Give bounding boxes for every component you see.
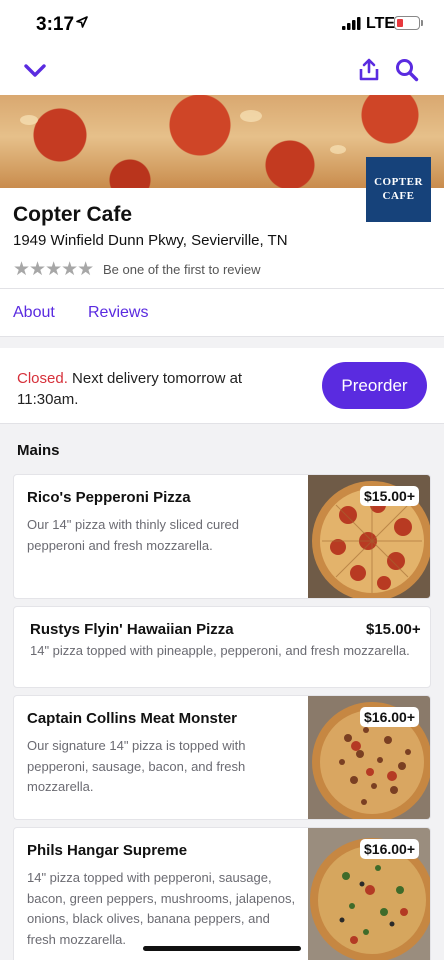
menu-item-price: $15.00+ xyxy=(366,621,421,638)
menu-item-price: $16.00+ xyxy=(360,707,419,727)
preorder-button[interactable]: Preorder xyxy=(322,362,427,409)
tab-reviews[interactable]: Reviews xyxy=(88,304,148,322)
cheese-highlight xyxy=(240,110,262,122)
menu-item-card[interactable]: Captain Collins Meat Monster Our signatu… xyxy=(13,695,431,820)
menu-item-description: 14" pizza topped with pineapple, peppero… xyxy=(30,643,410,658)
network-type: LTE xyxy=(366,15,396,32)
cheese-highlight xyxy=(330,145,346,154)
menu-item-description: Our signature 14" pizza is topped with p… xyxy=(27,738,246,794)
menu-item-name: Phils Hangar Supreme xyxy=(27,842,188,859)
menu-item-name: Rico's Pepperoni Pizza xyxy=(27,489,191,506)
status-time: 3:17 xyxy=(36,14,75,35)
battery-nub xyxy=(421,20,423,26)
restaurant-logo: COPTER CAFE xyxy=(366,157,431,222)
menu-item-name: Rustys Flyin' Hawaiian Pizza xyxy=(30,621,234,638)
menu-item-card[interactable]: Rico's Pepperoni Pizza Our 14" pizza wit… xyxy=(13,474,431,599)
home-indicator xyxy=(143,946,301,951)
menu-item-card[interactable]: Rustys Flyin' Hawaiian Pizza $15.00+ 14"… xyxy=(13,606,431,688)
battery-level xyxy=(397,19,403,27)
divider xyxy=(0,423,444,424)
menu-item-name: Captain Collins Meat Monster xyxy=(27,710,238,727)
closed-label: Closed. xyxy=(17,370,68,387)
restaurant-address: 1949 Winfield Dunn Pkwy, Sevierville, TN xyxy=(13,232,288,249)
restaurant-name: Copter Cafe xyxy=(13,203,133,226)
divider xyxy=(0,336,444,337)
cheese-highlight xyxy=(20,115,38,125)
logo-line-1: COPTER xyxy=(374,176,423,188)
search-icon[interactable] xyxy=(395,58,419,82)
battery-icon xyxy=(394,16,420,30)
share-icon[interactable] xyxy=(358,58,380,82)
review-prompt[interactable]: Be one of the first to review xyxy=(103,262,261,277)
chevron-down-icon[interactable] xyxy=(24,64,46,78)
menu-item-card[interactable]: Phils Hangar Supreme 14" pizza topped wi… xyxy=(13,827,431,960)
rating-stars-icon: ★★★★★ xyxy=(13,259,94,280)
menu-section-title: Mains xyxy=(17,442,60,459)
menu-item-description: Our 14" pizza with thinly sliced cured p… xyxy=(27,517,239,553)
logo-line-2: CAFE xyxy=(382,190,415,202)
menu-item-description: 14" pizza topped with pepperoni, sausage… xyxy=(27,870,296,947)
delivery-status-text: Closed. Next delivery tomorrow at 11:30a… xyxy=(17,368,307,410)
menu-item-price: $15.00+ xyxy=(360,486,419,506)
menu-item-price: $16.00+ xyxy=(360,839,419,859)
tab-about[interactable]: About xyxy=(13,304,55,322)
tab-bar xyxy=(0,289,444,337)
cellular-signal-icon xyxy=(342,17,361,30)
location-arrow-icon xyxy=(76,16,88,28)
